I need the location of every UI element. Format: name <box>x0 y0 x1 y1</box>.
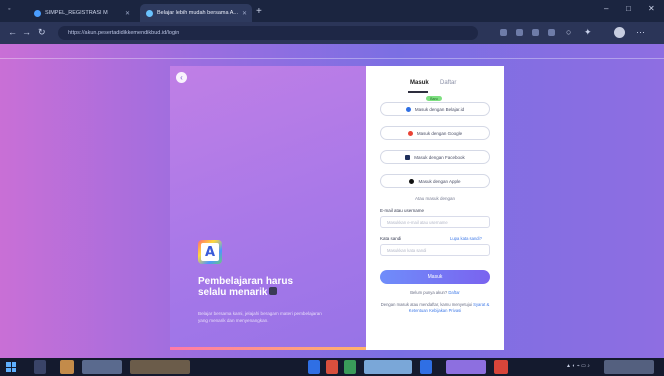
close-tab-icon[interactable]: ✕ <box>242 10 247 17</box>
password-placeholder: Masukkan kata sandi <box>387 247 427 253</box>
taskbar-app-thumbnail[interactable] <box>604 360 654 374</box>
system-tray[interactable]: ▲ ◐ ⌁ ▭ ♪ <box>566 363 590 369</box>
minimize-button[interactable]: – <box>604 4 608 13</box>
register-prompt-text: Belum punya akun? <box>410 290 448 295</box>
browser-tab-2[interactable]: Belajar lebih mudah bersama A... ✕ <box>140 4 252 22</box>
apple-icon <box>409 178 415 184</box>
profile-avatar[interactable] <box>614 27 625 38</box>
file-explorer-icon[interactable] <box>60 360 74 374</box>
sso-label: Masuk dengan Belajar.id <box>414 106 465 112</box>
facebook-icon <box>405 154 411 160</box>
password-field[interactable]: Masukkan kata sandi <box>380 244 490 256</box>
taskbar-app-thumbnail[interactable] <box>446 360 486 374</box>
taskbar-app-icon[interactable] <box>344 360 356 374</box>
taskbar-app-thumbnail[interactable] <box>364 360 412 374</box>
tab-title: Belajar lebih mudah bersama A... <box>157 10 239 16</box>
belajar-id-icon <box>405 106 411 112</box>
active-tab-indicator <box>408 91 428 93</box>
auth-tabs: Masuk Daftar <box>366 80 504 93</box>
new-tab-button[interactable]: + <box>256 6 262 17</box>
register-link[interactable]: Daftar <box>448 290 459 295</box>
browser-toolbar: ← → ↻ https://akun.pesertadidikkemendikb… <box>0 22 664 44</box>
tab-favicon-icon <box>34 9 41 17</box>
close-window-button[interactable]: ✕ <box>648 4 655 13</box>
extension-icon[interactable] <box>532 29 539 36</box>
tab-search-icon[interactable]: ◦ <box>8 6 10 13</box>
hero-panel: ‹ A Pembelajaran harus selalu menarik Be… <box>170 66 366 350</box>
taskbar-app-icon[interactable] <box>494 360 508 374</box>
puzzle-icon[interactable]: ✦ <box>584 27 592 38</box>
login-submit-button[interactable]: Masuk <box>380 270 490 284</box>
login-apple-button[interactable]: Masuk dengan Apple <box>380 174 490 188</box>
tab-title: SIMPEL_REGISTRASI M <box>45 10 108 16</box>
terms-prefix: Dengan masuk atau mendaftar, kamu menyet… <box>380 302 472 307</box>
login-card: Masuk Daftar Baru Masuk dengan Belajar.i… <box>366 66 504 350</box>
sso-label: Masuk dengan Apple <box>418 178 461 184</box>
url-text: https://akun.pesertadidikkemendikbud.id/… <box>68 30 180 36</box>
more-menu-icon[interactable]: ⋯ <box>636 27 645 38</box>
app-logo: A <box>198 240 222 264</box>
email-placeholder: Masukkan e-mail atau username <box>387 219 448 225</box>
email-label: E-mail atau username <box>380 208 425 213</box>
hero-title-line2: selalu menarik <box>198 287 268 298</box>
login-google-button[interactable]: Masuk dengan Google <box>380 126 490 140</box>
back-button[interactable]: ‹ <box>176 72 187 83</box>
taskbar-app-icon[interactable] <box>326 360 338 374</box>
hero-title: Pembelajaran harus selalu menarik <box>198 276 338 298</box>
extension-icon[interactable] <box>548 29 555 36</box>
email-field[interactable]: Masukkan e-mail atau username <box>380 216 490 228</box>
hero-title-line1: Pembelajaran harus <box>198 276 294 287</box>
or-divider-text: Atau masuk dengan <box>414 196 456 201</box>
hero-description: Belajar bersama kami, jelajahi beragam m… <box>198 311 322 323</box>
address-bar[interactable]: https://akun.pesertadidikkemendikbud.id/… <box>58 26 478 40</box>
login-belajar-id-button[interactable]: Masuk dengan Belajar.id <box>380 102 490 116</box>
waving-hand-icon <box>269 287 278 295</box>
windows-start-icon[interactable] <box>6 362 16 372</box>
new-badge: Baru <box>426 96 442 101</box>
register-prompt: Belum punya akun? Daftar <box>366 290 504 296</box>
google-icon <box>407 130 413 136</box>
search-taskbar-icon[interactable] <box>34 360 46 374</box>
divider <box>0 58 664 59</box>
login-facebook-button[interactable]: Masuk dengan Facebook <box>380 150 490 164</box>
browser-tab-bar: ◦ SIMPEL_REGISTRASI M ✕ Belajar lebih mu… <box>0 0 664 22</box>
sso-label: Masuk dengan Google <box>416 130 463 136</box>
maximize-button[interactable]: □ <box>626 4 631 13</box>
hero-accent-bar <box>170 347 366 350</box>
page-background: ‹ A Pembelajaran harus selalu menarik Be… <box>0 44 664 358</box>
extension-icon[interactable] <box>500 29 507 36</box>
taskbar-app-thumbnail[interactable] <box>82 360 122 374</box>
terms-text: Dengan masuk atau mendaftar, kamu menyet… <box>366 302 504 314</box>
extension-icon[interactable] <box>516 29 523 36</box>
logo-letter: A <box>201 243 219 261</box>
back-arrow-icon[interactable]: ← <box>8 27 17 37</box>
reload-icon[interactable]: ↻ <box>38 27 46 38</box>
privacy-link[interactable]: Kebijakan Privasi <box>429 308 461 313</box>
forward-arrow-icon[interactable]: → <box>22 27 31 37</box>
tab-favicon-icon <box>146 9 153 17</box>
tab-register[interactable]: Daftar <box>440 80 456 86</box>
search-icon[interactable]: ○ <box>566 27 571 37</box>
forgot-password-link[interactable]: Lupa kata sandi? <box>450 236 482 241</box>
sso-label: Masuk dengan Facebook <box>414 154 465 160</box>
taskbar-app-icon[interactable] <box>308 360 320 374</box>
close-tab-icon[interactable]: ✕ <box>125 10 130 17</box>
password-label: Kata sandi <box>380 236 402 241</box>
tab-login[interactable]: Masuk <box>410 80 429 86</box>
os-taskbar: ▲ ◐ ⌁ ▭ ♪ <box>0 358 664 376</box>
taskbar-app-thumbnail[interactable] <box>130 360 190 374</box>
browser-tab-1[interactable]: SIMPEL_REGISTRASI M ✕ <box>28 4 136 22</box>
taskbar-app-icon[interactable] <box>420 360 432 374</box>
